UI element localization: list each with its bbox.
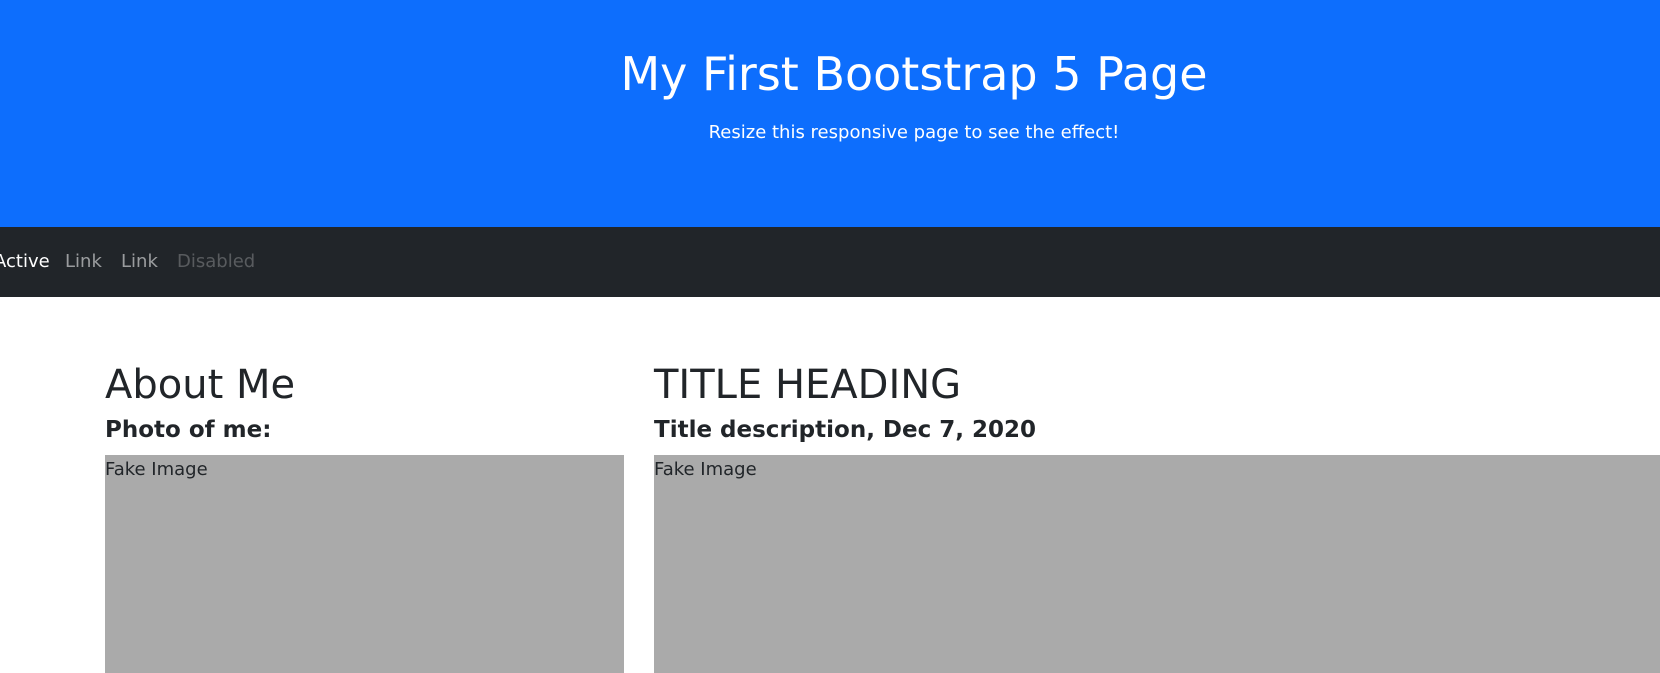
nav-link-active[interactable]: Active <box>0 250 50 274</box>
nav-link-1[interactable]: Link <box>65 250 102 274</box>
image-placeholder-label: Fake Image <box>654 459 757 480</box>
photo-caption: Photo of me: <box>105 417 272 443</box>
post-image-placeholder: Fake Image <box>654 455 1660 673</box>
nav-link-disabled: Disabled <box>177 251 256 272</box>
page-title: My First Bootstrap 5 Page <box>620 47 1208 101</box>
profile-image-placeholder: Fake Image <box>105 455 624 673</box>
post-title-heading: TITLE HEADING <box>654 362 962 408</box>
about-me-heading: About Me <box>105 362 296 408</box>
jumbotron-header: My First Bootstrap 5 Page Resize this re… <box>0 0 1660 227</box>
post-description: Title description, Dec 7, 2020 <box>654 417 1037 443</box>
page-subtitle: Resize this responsive page to see the e… <box>708 122 1120 143</box>
image-placeholder-label: Fake Image <box>105 459 208 480</box>
nav-link-2[interactable]: Link <box>121 250 158 274</box>
